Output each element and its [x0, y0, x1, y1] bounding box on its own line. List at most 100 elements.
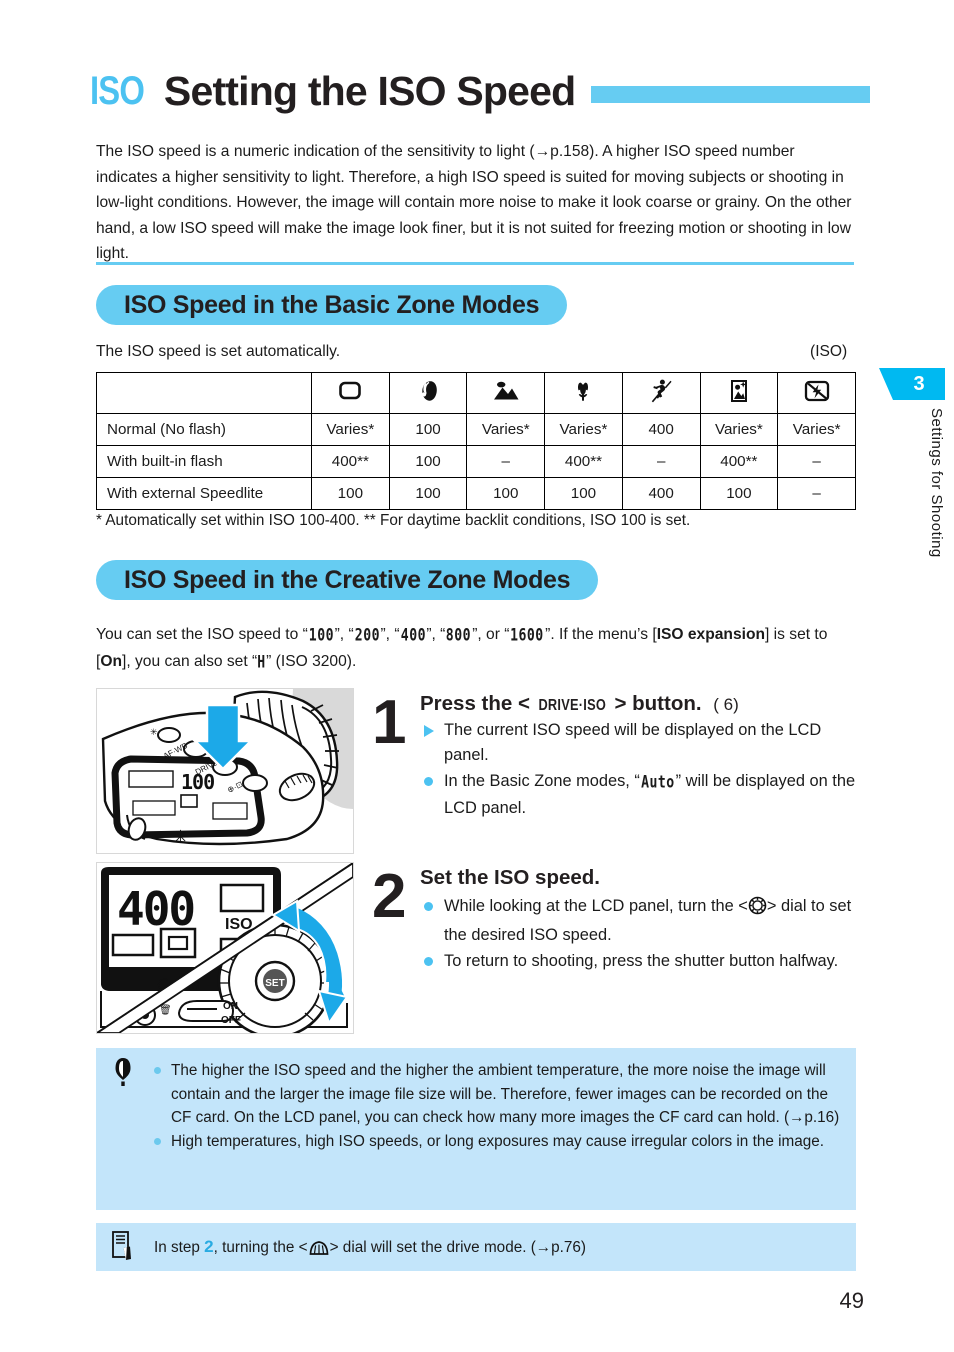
table-body: Normal (No flash) Varies* 100 Varies* Va… — [96, 413, 856, 510]
caution-box-content: The higher the ISO speed and the higher … — [96, 1048, 856, 1164]
cell: – — [777, 477, 856, 510]
creative-text-8: ], you can also set “ — [122, 653, 258, 670]
cell: – — [466, 445, 546, 478]
lcd-value-100: 100 — [308, 626, 334, 646]
caution-item-2: High temperatures, high ISO speeds, or l… — [171, 1132, 824, 1150]
quick-control-dial-icon — [748, 896, 767, 923]
lcd-value-1600: 1600 — [510, 626, 545, 646]
page-number: 49 — [839, 1288, 864, 1313]
dot-bullet-icon — [424, 777, 433, 786]
manual-page: ISO Setting the ISO Speed The ISO speed … — [0, 0, 954, 1352]
cell: Varies* — [699, 413, 779, 446]
cell: 100 — [311, 477, 390, 510]
note-box-content: In step 2, turning the < > dial will set… — [96, 1223, 856, 1275]
table-row: With built-in flash 400** 100 – 400** – … — [96, 445, 856, 478]
section-banner-basic-zone: ISO Speed in the Basic Zone Modes — [96, 285, 568, 325]
step1-heading-pre: Press the < — [420, 692, 530, 715]
note-text-pre: In step — [154, 1239, 205, 1256]
portrait-icon — [416, 379, 440, 403]
sports-icon — [649, 378, 673, 404]
cell: 400** — [699, 445, 779, 478]
cell: 100 — [466, 477, 546, 510]
creative-text-9: ” (ISO 3200). — [266, 653, 357, 670]
note-text-mid: , turning the < — [213, 1239, 308, 1256]
note-box: In step 2, turning the < > dial will set… — [96, 1223, 856, 1271]
divider-rule — [96, 262, 854, 265]
cell: 100 — [388, 445, 468, 478]
lcd-value-800: 800 — [446, 626, 472, 646]
table-footnote: * Automatically set within ISO 100-400. … — [96, 512, 691, 529]
col-header-full-auto — [311, 372, 390, 414]
page-title-text: Setting the ISO Speed — [163, 67, 576, 114]
col-header-close-up — [544, 372, 623, 414]
landscape-icon — [492, 380, 520, 402]
lcd-value-auto: Auto — [640, 773, 675, 793]
creative-zone-paragraph: You can set the ISO speed to “100”, “200… — [96, 622, 858, 676]
chapter-number: 3 — [913, 372, 925, 395]
lcd-value-h: H — [257, 653, 266, 673]
svg-text:ON: ON — [223, 1001, 238, 1012]
dot-bullet-icon — [424, 902, 433, 911]
iso-icon: ISO — [90, 68, 145, 113]
creative-text-1: You can set the ISO speed to “ — [96, 626, 308, 643]
step2-bullet-1-pre: While looking at the LCD panel, turn the… — [444, 897, 748, 915]
step-number-2: 2 — [372, 862, 407, 931]
col-header-night-portrait — [699, 372, 779, 414]
step1-heading-post: > button. — [614, 692, 702, 715]
flash-off-icon — [803, 379, 831, 403]
caution-box: The higher the ISO speed and the higher … — [96, 1048, 856, 1210]
creative-text-2: ”, “ — [334, 626, 354, 643]
row-label: With external Speedlite — [96, 477, 312, 510]
triangle-bullet-icon — [424, 725, 434, 737]
basic-zone-lead-right: (ISO) — [810, 343, 848, 360]
dot-bullet-icon — [154, 1137, 161, 1145]
svg-text:✳: ✳ — [150, 727, 158, 737]
col-header-flash-off — [777, 372, 856, 414]
main-dial-icon — [308, 1239, 330, 1264]
lcd-value-400: 400 — [400, 626, 426, 646]
col-header-portrait — [388, 372, 468, 414]
creative-text-4: ”, “ — [426, 626, 446, 643]
list-item: While looking at the LCD panel, turn the… — [422, 894, 862, 948]
dot-bullet-icon — [424, 957, 433, 966]
cell: Varies* — [544, 413, 623, 446]
cell: 100 — [388, 413, 468, 446]
step-number-1: 1 — [372, 688, 407, 757]
drive-iso-button-label: DRIVE·ISO — [538, 697, 607, 714]
cell: – — [777, 445, 856, 478]
step2-bullet-2-text: To return to shooting, press the shutter… — [444, 952, 839, 970]
iso-speed-table: Normal (No flash) Varies* 100 Varies* Va… — [96, 372, 856, 510]
intro-paragraph: The ISO speed is a numeric indication of… — [96, 143, 852, 262]
caution-item-1: The higher the ISO speed and the higher … — [171, 1062, 840, 1126]
cell: 100 — [388, 477, 468, 510]
full-auto-icon — [337, 380, 363, 402]
cell: – — [621, 445, 701, 478]
svg-text:✳: ✳ — [173, 827, 188, 847]
list-item: To return to shooting, press the shutter… — [422, 949, 862, 974]
table-header-row — [96, 372, 856, 414]
timer-6sec-note: ( 6) — [713, 695, 739, 714]
row-label: With built-in flash — [96, 445, 312, 478]
list-item: The current ISO speed will be displayed … — [422, 718, 860, 768]
cell: 100 — [699, 477, 779, 510]
step1-bullet-2-pre: In the Basic Zone modes, “ — [444, 772, 640, 790]
menu-item-iso-expansion: ISO expansion — [656, 626, 766, 643]
cell: Varies* — [466, 413, 546, 446]
page-title: ISO Setting the ISO Speed — [90, 62, 870, 120]
title-accent-bar — [591, 85, 870, 103]
set-button-label: SET — [265, 978, 284, 989]
figure-step2-lcd-and-dial: 400 ISO Canon — [96, 862, 354, 1034]
chapter-label: Settings for Shooting — [928, 408, 945, 558]
list-item: High temperatures, high ISO speeds, or l… — [154, 1130, 842, 1154]
creative-text-5: ”, or “ — [472, 626, 510, 643]
figure-step1-camera-top: 100 ✳ AF·WB DRIVE·ISO ⊕·⊡ ✳ — [96, 688, 354, 854]
cell: 100 — [544, 477, 623, 510]
cell: 400** — [311, 445, 390, 478]
note-step-ref: 2 — [204, 1237, 214, 1256]
step2-heading: Set the ISO speed. — [420, 866, 600, 889]
chapter-tab: 3 — [879, 368, 945, 400]
step1-bullet-1-text: The current ISO speed will be displayed … — [444, 721, 822, 764]
table-row: Normal (No flash) Varies* 100 Varies* Va… — [96, 413, 856, 446]
step1-bullets: The current ISO speed will be displayed … — [422, 718, 860, 822]
creative-text-3: ”, “ — [380, 626, 400, 643]
